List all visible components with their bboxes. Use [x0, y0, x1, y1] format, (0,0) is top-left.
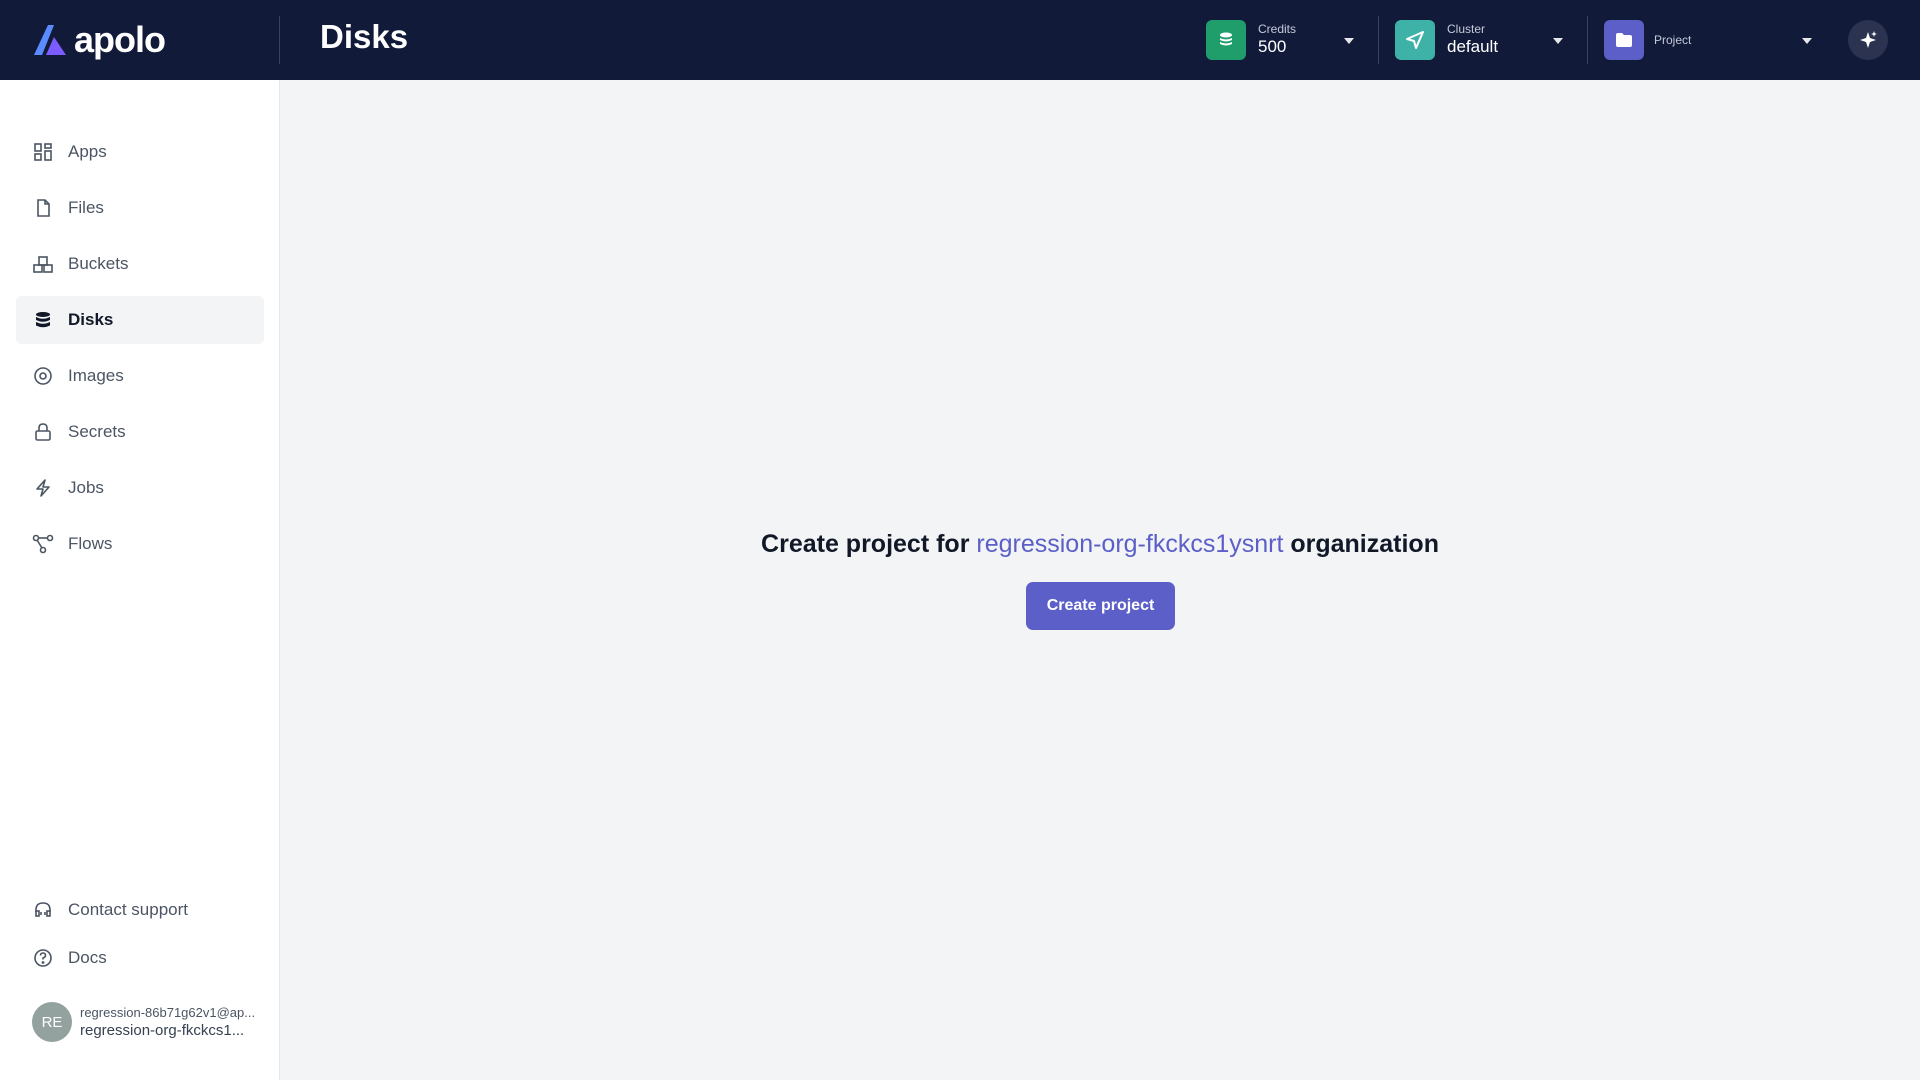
send-icon — [1395, 20, 1435, 60]
header-divider — [279, 16, 280, 64]
contact-support-link[interactable]: Contact support — [16, 886, 264, 934]
image-disc-icon — [32, 365, 54, 387]
avatar: RE — [32, 1002, 72, 1042]
ai-assistant-button[interactable] — [1848, 20, 1888, 60]
buckets-icon — [32, 253, 54, 275]
lock-icon — [32, 421, 54, 443]
header-separator — [1378, 16, 1379, 64]
chevron-down-icon[interactable] — [1553, 38, 1563, 44]
sidebar-item-secrets[interactable]: Secrets — [16, 408, 264, 456]
cluster-value: default — [1447, 37, 1499, 56]
empty-state-title: Create project for regression-org-fkckcs… — [280, 530, 1920, 559]
sidebar-item-jobs[interactable]: Jobs — [16, 464, 264, 512]
credits-value: 500 — [1258, 37, 1287, 56]
sidebar-item-flows[interactable]: Flows — [16, 520, 264, 568]
cluster-label: Cluster — [1447, 22, 1486, 36]
cluster-selector[interactable]: Cluster default — [1395, 20, 1498, 60]
sidebar-item-label: Files — [68, 198, 104, 217]
sidebar-item-label: Disks — [68, 310, 114, 329]
sidebar-item-images[interactable]: Images — [16, 352, 264, 400]
apps-grid-icon — [32, 141, 54, 163]
headset-icon — [32, 899, 54, 921]
empty-state-prefix: Create project for — [761, 530, 977, 558]
credits-selector[interactable]: Credits 500 — [1206, 20, 1296, 60]
brand-name: apolo — [74, 19, 166, 60]
sparkles-icon — [1860, 31, 1877, 48]
flow-icon — [32, 533, 54, 555]
chevron-down-icon[interactable] — [1344, 38, 1354, 44]
sidebar-item-disks[interactable]: Disks — [16, 296, 264, 344]
docs-label: Docs — [68, 948, 107, 967]
user-profile[interactable]: RE regression-86b71g62v1@ap... regressio… — [32, 1002, 255, 1042]
contact-support-label: Contact support — [68, 900, 189, 919]
empty-state-suffix: organization — [1283, 530, 1439, 558]
sidebar-item-label: Jobs — [68, 478, 104, 497]
user-org: regression-org-fkckcs1... — [80, 1022, 245, 1039]
sidebar-item-label: Images — [68, 366, 124, 385]
help-circle-icon — [32, 947, 54, 969]
database-icon — [32, 309, 54, 331]
sidebar-item-buckets[interactable]: Buckets — [16, 240, 264, 288]
docs-link[interactable]: Docs — [16, 934, 264, 982]
top-bar: apolo Disks Credits 500 Cluster default — [0, 0, 1920, 80]
sidebar: Apps Files Buckets Disks Images Secrets … — [0, 80, 280, 1080]
sidebar-item-label: Flows — [68, 534, 113, 553]
lightning-icon — [32, 477, 54, 499]
apolo-logo[interactable]: apolo — [32, 18, 166, 62]
create-project-button[interactable]: Create project — [1026, 582, 1175, 630]
apolo-logo-icon — [34, 25, 66, 55]
sidebar-item-label: Apps — [68, 142, 107, 161]
credits-label: Credits — [1258, 22, 1297, 36]
file-icon — [32, 197, 54, 219]
folder-icon — [1604, 20, 1644, 60]
sidebar-item-apps[interactable]: Apps — [16, 128, 264, 176]
header-separator — [1587, 16, 1588, 64]
project-selector[interactable]: Project — [1604, 20, 1691, 60]
sidebar-item-label: Buckets — [68, 254, 129, 273]
page-title: Disks — [320, 18, 409, 55]
coins-icon — [1206, 20, 1246, 60]
project-label: Project — [1654, 33, 1692, 47]
user-email: regression-86b71g62v1@ap... — [80, 1005, 256, 1020]
sidebar-item-files[interactable]: Files — [16, 184, 264, 232]
sidebar-item-label: Secrets — [68, 422, 126, 441]
chevron-down-icon[interactable] — [1802, 38, 1812, 44]
organization-name: regression-org-fkckcs1ysnrt — [976, 530, 1284, 558]
